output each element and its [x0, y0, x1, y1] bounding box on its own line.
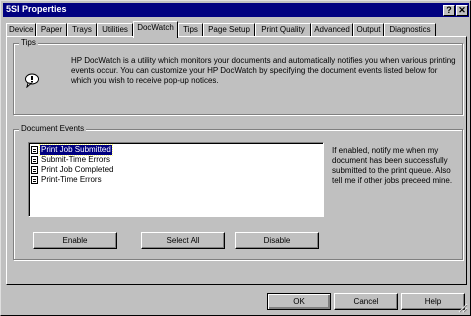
tab-utilities[interactable]: Utilities [97, 23, 133, 37]
list-item-label: Submit-Time Errors [41, 155, 111, 164]
title-bar[interactable]: 5SI Properties ? ✕ [3, 3, 469, 17]
list-item-label: Print Job Submitted [39, 144, 113, 156]
tab-docwatch[interactable]: DocWatch [133, 21, 178, 38]
speech-bubble-icon [25, 73, 39, 88]
tab-paper[interactable]: Paper [36, 23, 67, 37]
tips-group: Tips HP DocWatch is a utility which moni… [13, 38, 463, 115]
tips-text: HP DocWatch is a utility which monitors … [71, 56, 456, 85]
tab-advanced[interactable]: Advanced [311, 23, 353, 37]
tab-page-setup[interactable]: Page Setup [203, 23, 255, 37]
tab-strip: Device Paper Trays Utilities DocWatch Ti… [6, 21, 466, 38]
event-icon [31, 166, 38, 174]
window-title: 5SI Properties [6, 4, 67, 14]
cancel-button[interactable]: Cancel [334, 293, 398, 310]
event-icon [31, 176, 38, 184]
select-all-button[interactable]: Select All [141, 232, 225, 249]
tab-tips[interactable]: Tips [178, 23, 203, 37]
tab-output[interactable]: Output [353, 23, 384, 37]
help-button[interactable]: Help [401, 293, 465, 310]
tab-print-quality[interactable]: Print Quality [255, 23, 311, 37]
events-group-title: Document Events [19, 124, 87, 133]
event-icon [31, 146, 38, 154]
properties-window: 5SI Properties ? ✕ Device Paper Trays Ut… [0, 0, 471, 316]
docwatch-panel: Tips HP DocWatch is a utility which moni… [6, 36, 467, 285]
tab-trays[interactable]: Trays [67, 23, 97, 37]
list-item-label: Print-Time Errors [41, 175, 102, 184]
close-icon[interactable]: ✕ [456, 5, 468, 16]
list-item-label: Print Job Completed [41, 165, 114, 174]
tab-device[interactable]: Device [6, 23, 36, 37]
resize-grip-icon[interactable] [458, 303, 468, 313]
enable-button[interactable]: Enable [33, 232, 117, 249]
document-events-list[interactable]: Print Job Submitted Submit-Time Errors P… [28, 142, 324, 217]
help-question-icon[interactable]: ? [443, 5, 455, 16]
ok-button[interactable]: OK [267, 293, 331, 310]
event-description: If enabled, notify me when my document h… [332, 146, 453, 185]
disable-button[interactable]: Disable [235, 232, 319, 249]
tips-group-title: Tips [19, 38, 38, 47]
event-icon [31, 156, 38, 164]
tab-diagnostics[interactable]: Diagnostics [384, 23, 436, 37]
